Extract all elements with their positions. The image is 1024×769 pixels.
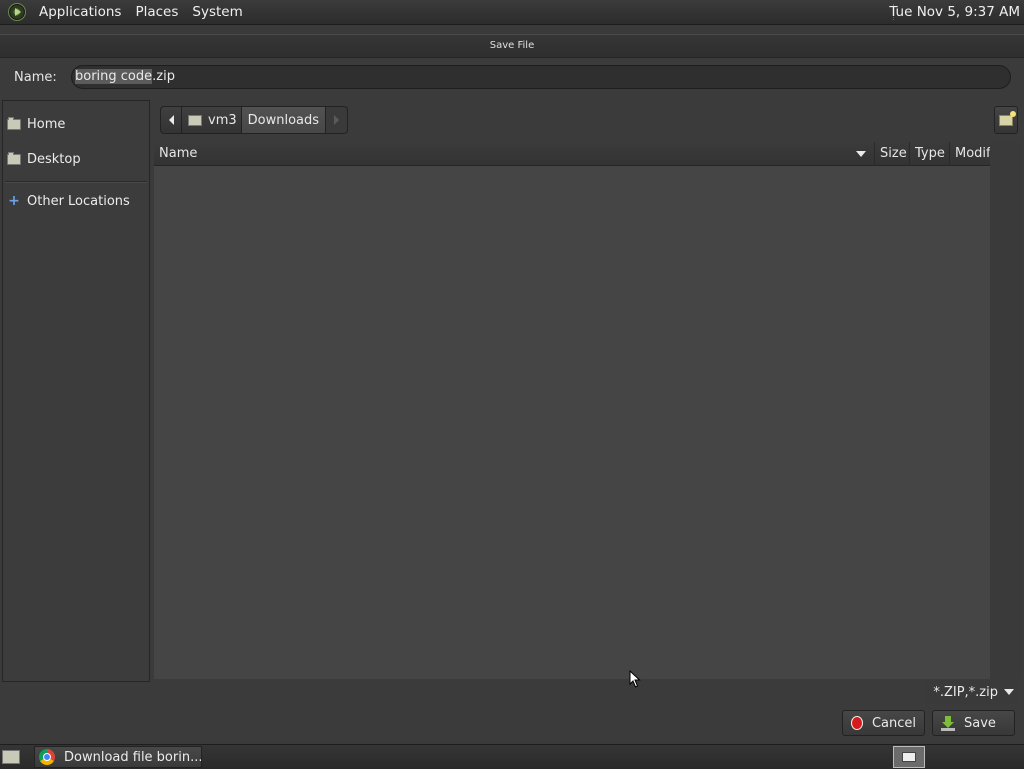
- clock[interactable]: Tue Nov 5, 9:37 AM: [889, 0, 1020, 24]
- sidebar-item-other-locations[interactable]: + Other Locations: [7, 190, 130, 212]
- workspace-switcher[interactable]: [893, 746, 925, 768]
- taskbar-window-button[interactable]: Download file borin...: [34, 746, 202, 768]
- column-label: Name: [159, 146, 198, 161]
- menu-places[interactable]: Places: [128, 0, 185, 24]
- chevron-down-icon: [1004, 689, 1014, 695]
- file-list[interactable]: Name Size Type Modif: [154, 142, 990, 679]
- path-segment-label: Downloads: [247, 112, 320, 128]
- save-button[interactable]: Save: [932, 710, 1015, 736]
- file-list-header: Name Size Type Modif: [154, 142, 990, 166]
- home-folder-icon: [188, 114, 202, 126]
- workspace-icon: [902, 752, 916, 762]
- column-header-type[interactable]: Type: [910, 142, 950, 166]
- create-folder-button[interactable]: [994, 106, 1018, 134]
- sort-descending-icon: [856, 151, 866, 157]
- chevron-left-icon: [168, 115, 174, 125]
- path-segment-vm3[interactable]: vm3: [182, 106, 242, 134]
- save-label: Save: [964, 715, 996, 731]
- new-folder-icon: [999, 110, 1016, 126]
- download-icon: [941, 716, 955, 731]
- cancel-button[interactable]: Cancel: [842, 710, 925, 736]
- panel-menu: Applications Places System: [0, 0, 250, 24]
- bottom-taskbar: Download file borin...: [0, 744, 1024, 769]
- chevron-right-icon: [334, 115, 340, 125]
- sidebar-item-desktop[interactable]: Desktop: [7, 148, 81, 170]
- top-panel: Applications Places System Tue Nov 5, 9:…: [0, 0, 1024, 25]
- path-segment-label: vm3: [208, 112, 237, 128]
- plus-icon: +: [8, 193, 20, 209]
- cancel-icon: [851, 716, 863, 730]
- name-row: Name: boring code.zip: [0, 58, 1024, 96]
- save-file-dialog: Save File Name: boring code.zip Home Des…: [0, 34, 1024, 742]
- name-label: Name:: [14, 69, 57, 85]
- column-header-size[interactable]: Size: [875, 142, 910, 166]
- menu-system[interactable]: System: [185, 0, 249, 24]
- show-desktop-icon: [2, 750, 20, 764]
- column-label: Type: [915, 146, 945, 161]
- column-header-modified[interactable]: Modif: [950, 142, 990, 166]
- file-type-filter-dropdown[interactable]: *.ZIP,*.zip: [927, 680, 1018, 704]
- desktop-folder-icon: [7, 151, 21, 165]
- show-desktop-button[interactable]: [2, 748, 22, 766]
- filter-label: *.ZIP,*.zip: [933, 684, 998, 700]
- path-bar: vm3 Downloads: [160, 106, 349, 134]
- sidebar-divider: [5, 181, 147, 183]
- home-folder-icon: [7, 116, 21, 130]
- dialog-title: Save File: [0, 34, 1024, 58]
- filename-input[interactable]: boring code.zip: [71, 65, 1011, 89]
- chrome-icon: [39, 749, 55, 765]
- column-header-name[interactable]: Name: [154, 142, 875, 166]
- taskbar-window-label: Download file borin...: [64, 749, 202, 765]
- sidebar-item-label: Home: [27, 116, 66, 132]
- applications-logo-icon[interactable]: [8, 3, 26, 21]
- path-back-button[interactable]: [160, 106, 182, 134]
- sidebar-item-label: Other Locations: [27, 193, 130, 209]
- cancel-label: Cancel: [871, 715, 916, 731]
- path-segment-downloads[interactable]: Downloads: [241, 106, 327, 134]
- file-list-gutter: [990, 142, 1022, 679]
- column-label: Modif: [955, 146, 990, 161]
- places-sidebar: Home Desktop + Other Locations: [2, 100, 150, 682]
- filename-selected-text: boring code: [75, 69, 153, 84]
- filename-extension-text: .zip: [152, 69, 175, 84]
- sidebar-item-label: Desktop: [27, 151, 81, 167]
- column-label: Size: [880, 146, 907, 161]
- sidebar-item-home[interactable]: Home: [7, 113, 65, 135]
- path-forward-button[interactable]: [326, 106, 349, 134]
- menu-applications[interactable]: Applications: [32, 0, 128, 24]
